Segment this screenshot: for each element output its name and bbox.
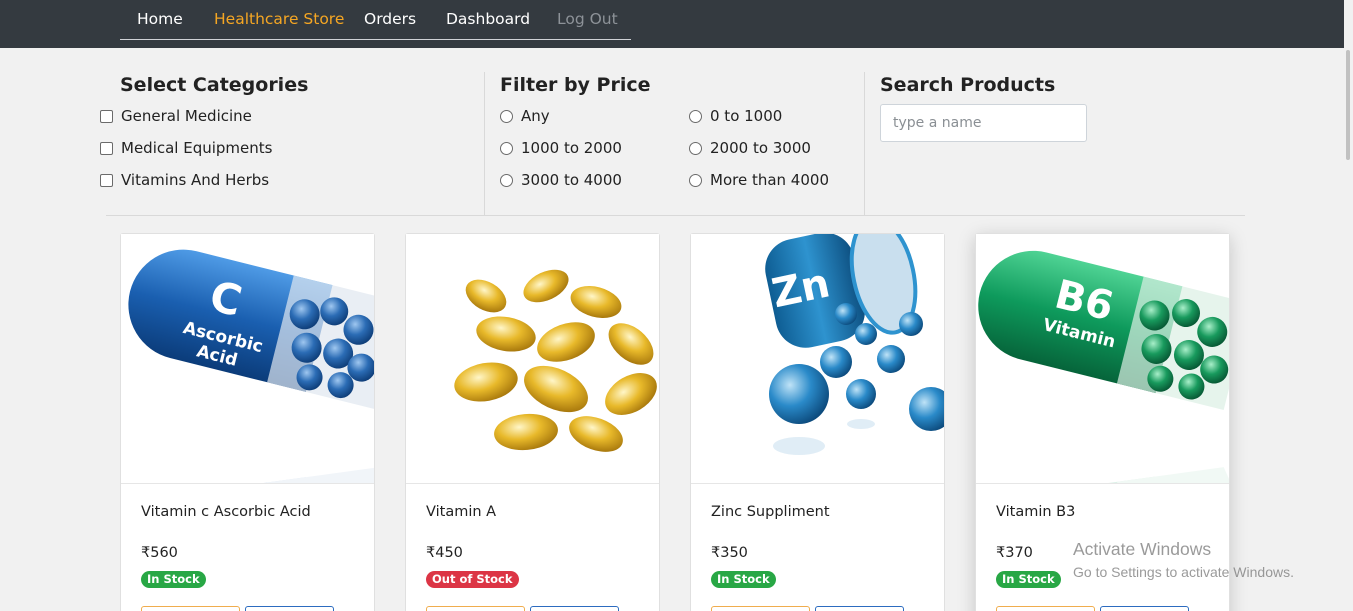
divider xyxy=(864,72,865,216)
product-card[interactable]: C Ascorbic Acid Vitamin c Ascorbic Acid … xyxy=(120,233,375,611)
product-image: C Ascorbic Acid xyxy=(121,234,374,484)
nav-links: Home Healthcare Store Orders Dashboard L… xyxy=(120,0,631,40)
page-scrollbar[interactable] xyxy=(1344,0,1353,611)
radio-icon[interactable] xyxy=(500,109,513,123)
radio-icon[interactable] xyxy=(500,141,513,155)
radio-icon[interactable] xyxy=(689,173,702,187)
price-label: 0 to 1000 xyxy=(710,107,783,125)
nav-logout-link[interactable]: Log Out xyxy=(557,10,618,28)
stock-badge: In Stock xyxy=(711,571,776,588)
product-action-button[interactable] xyxy=(245,606,334,611)
product-action-button[interactable] xyxy=(815,606,904,611)
filter-divider xyxy=(106,215,1245,216)
category-label: Vitamins And Herbs xyxy=(121,171,270,189)
category-label: Medical Equipments xyxy=(121,139,273,157)
checkbox-icon[interactable] xyxy=(100,109,113,123)
nav-orders-link[interactable]: Orders xyxy=(364,10,416,28)
activate-windows-subtitle: Go to Settings to activate Windows. xyxy=(1073,564,1294,580)
price-more-than-4000[interactable]: More than 4000 xyxy=(689,170,829,190)
product-price: ₹560 xyxy=(141,545,178,561)
checkbox-icon[interactable] xyxy=(100,141,113,155)
product-action-button[interactable] xyxy=(711,606,810,611)
price-label: 1000 to 2000 xyxy=(521,139,622,157)
product-price: ₹370 xyxy=(996,545,1033,561)
search-title: Search Products xyxy=(880,74,1056,96)
price-label: Any xyxy=(521,107,550,125)
product-name: Vitamin c Ascorbic Acid xyxy=(141,504,311,520)
product-card[interactable]: Vitamin A ₹450 Out of Stock xyxy=(405,233,660,611)
price-label: 2000 to 3000 xyxy=(710,139,811,157)
product-price: ₹450 xyxy=(426,545,463,561)
category-medical-equipments[interactable]: Medical Equipments xyxy=(100,138,272,158)
product-action-button[interactable] xyxy=(530,606,619,611)
radio-icon[interactable] xyxy=(689,109,702,123)
product-card[interactable]: Zn Zinc Suppliment ₹350 In Stock xyxy=(690,233,945,611)
product-image: B6 Vitamin xyxy=(976,234,1229,484)
divider xyxy=(484,72,485,216)
top-navbar: Home Healthcare Store Orders Dashboard L… xyxy=(0,0,1353,48)
product-price: ₹350 xyxy=(711,545,748,561)
nav-dashboard-link[interactable]: Dashboard xyxy=(446,10,530,28)
product-action-button[interactable] xyxy=(996,606,1095,611)
product-action-button[interactable] xyxy=(141,606,240,611)
nav-home-link[interactable]: Home xyxy=(137,10,183,28)
product-name: Zinc Suppliment xyxy=(711,504,830,520)
scrollbar-thumb[interactable] xyxy=(1346,50,1350,160)
price-0-1000[interactable]: 0 to 1000 xyxy=(689,106,782,126)
stock-badge: Out of Stock xyxy=(426,571,519,588)
search-input[interactable] xyxy=(880,104,1087,142)
price-any[interactable]: Any xyxy=(500,106,550,126)
product-image xyxy=(406,234,659,484)
radio-icon[interactable] xyxy=(500,173,513,187)
radio-icon[interactable] xyxy=(689,141,702,155)
product-name: Vitamin B3 xyxy=(996,504,1076,520)
category-label: General Medicine xyxy=(121,107,252,125)
checkbox-icon[interactable] xyxy=(100,173,113,187)
price-3000-4000[interactable]: 3000 to 4000 xyxy=(500,170,622,190)
price-filter-title: Filter by Price xyxy=(500,74,651,96)
categories-title: Select Categories xyxy=(120,74,309,96)
stock-badge: In Stock xyxy=(996,571,1061,588)
category-vitamins-and-herbs[interactable]: Vitamins And Herbs xyxy=(100,170,269,190)
price-label: 3000 to 4000 xyxy=(521,171,622,189)
price-2000-3000[interactable]: 2000 to 3000 xyxy=(689,138,811,158)
product-action-button[interactable] xyxy=(426,606,525,611)
price-label: More than 4000 xyxy=(710,171,829,189)
product-image: Zn xyxy=(691,234,944,484)
stock-badge: In Stock xyxy=(141,571,206,588)
product-action-button[interactable] xyxy=(1100,606,1189,611)
price-1000-2000[interactable]: 1000 to 2000 xyxy=(500,138,622,158)
category-general-medicine[interactable]: General Medicine xyxy=(100,106,252,126)
nav-healthcare-store-link[interactable]: Healthcare Store xyxy=(214,10,344,28)
product-name: Vitamin A xyxy=(426,504,497,520)
activate-windows-title: Activate Windows xyxy=(1073,539,1212,559)
